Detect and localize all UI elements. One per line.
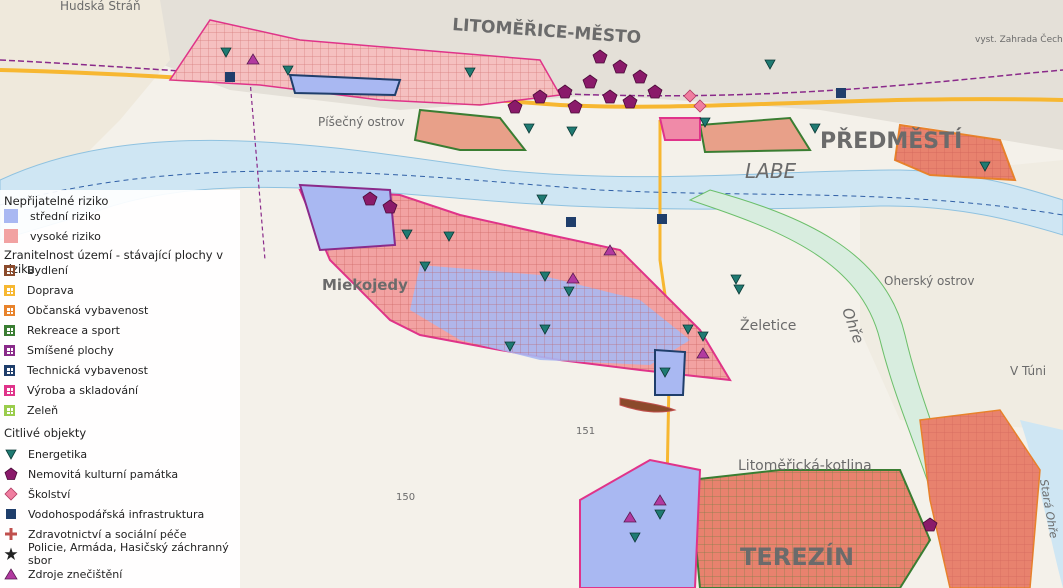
legend-risk-item: vysoké riziko [4, 228, 101, 244]
legend-zone-item: Technická vybavenost [4, 362, 148, 378]
legend-swatch [4, 384, 15, 396]
technical-zone-2 [654, 348, 687, 396]
map-legend: Nepřijatelné riziko Zranitelnost území -… [0, 190, 240, 588]
star-icon [4, 547, 18, 560]
place-label-miekojedy: Miekojedy [322, 276, 408, 294]
legend-swatch [4, 304, 15, 316]
place-label-predmesti: PŘEDMĚSTÍ [820, 128, 962, 154]
legend-item-label: Rekreace a sport [27, 323, 120, 337]
legend-item-label: Technická vybavenost [27, 363, 148, 377]
legend-zone-item: Občanská vybavenost [4, 302, 148, 318]
legend-sensitive-item: Zdroje znečištění [4, 566, 122, 582]
legend-item-label: Zeleň [27, 403, 59, 417]
magenta-triangle-icon [4, 568, 18, 580]
legend-swatch [4, 264, 15, 276]
legend-sensitive-item: Energetika [4, 446, 87, 462]
legend-sensitive-item: Policie, Armáda, Hasičský záchranný sbor [4, 541, 240, 567]
legend-item-label: Zdroje znečištění [28, 567, 123, 581]
legend-item-label: Smíšené plochy [27, 343, 114, 357]
place-label-vtuni: V Túni [1010, 364, 1046, 378]
legend-item-label: Občanská vybavenost [27, 303, 149, 317]
place-label-zeletice: Želetice [740, 316, 796, 334]
legend-zone-item: Doprava [4, 282, 74, 298]
place-label-kotlina: Litoměřická-kotlina [738, 458, 872, 474]
legend-sensitive-item: Nemovitá kulturní památka [4, 466, 178, 482]
legend-zone-item: Zeleň [4, 402, 58, 418]
legend-item-label: Nemovitá kulturní památka [28, 467, 179, 481]
place-label-piscecny: Píšečný ostrov [318, 115, 405, 129]
legend-swatch [4, 229, 18, 243]
pentagon-icon [4, 467, 18, 480]
place-label-zahrada: vyst. Zahrada Čech [975, 33, 1063, 45]
elevation-label-150: 150 [396, 492, 415, 503]
legend-item-label: Policie, Armáda, Hasičský záchranný sbor [28, 541, 229, 567]
legend-item-label: střední riziko [30, 209, 101, 223]
place-label-hudska: Hudská Stráň [60, 0, 141, 13]
legend-item-label: Zdravotnictví a sociální péče [28, 527, 187, 541]
legend-item-label: Energetika [28, 447, 88, 461]
recreation-zone-2 [698, 116, 812, 154]
teal-triangle-icon [5, 449, 17, 460]
legend-swatch [4, 404, 15, 416]
legend-risk-item: střední riziko [4, 208, 101, 224]
legend-item-label: vysoké riziko [30, 229, 101, 243]
legend-sensitive-item: Vodohospodářská infrastruktura [4, 506, 204, 522]
legend-swatch [4, 364, 15, 376]
cross-icon [5, 528, 17, 540]
legend-zone-item: Výroba a skladování [4, 382, 138, 398]
diamond-icon [4, 487, 18, 501]
legend-swatch [4, 344, 15, 356]
school-zone [658, 117, 701, 141]
legend-item-label: Bydlení [27, 263, 68, 277]
legend-swatch [4, 209, 18, 223]
legend-item-label: Školství [28, 487, 71, 501]
legend-item-label: Doprava [27, 283, 74, 297]
legend-swatch [4, 284, 15, 296]
legend-sensitive-item: Zdravotnictví a sociální péče [4, 526, 186, 542]
square-icon [6, 509, 16, 519]
legend-zone-item: Rekreace a sport [4, 322, 120, 338]
legend-swatch [4, 324, 15, 336]
legend-item-label: Vodohospodářská infrastruktura [28, 507, 205, 521]
place-label-labe: LABE [745, 159, 797, 183]
elevation-label-151: 151 [576, 426, 595, 437]
legend-item-label: Výroba a skladování [27, 383, 139, 397]
legend-sensitive-title: Citlivé objekty [4, 426, 87, 440]
legend-sensitive-item: Školství [4, 486, 70, 502]
legend-zone-item: Smíšené plochy [4, 342, 114, 358]
legend-zone-item: Bydlení [4, 262, 68, 278]
legend-risk-title: Nepřijatelné riziko [4, 194, 109, 208]
place-label-ohersky: Oherský ostrov [884, 274, 974, 288]
place-label-terezin: TEREZÍN [740, 542, 854, 571]
